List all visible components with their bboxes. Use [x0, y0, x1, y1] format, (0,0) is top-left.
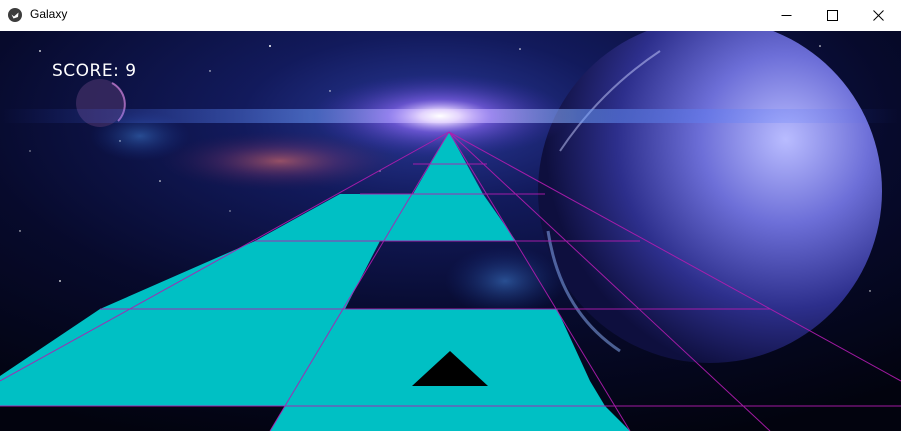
gap-glow — [445, 246, 565, 316]
close-icon — [872, 10, 884, 21]
tile — [0, 381, 285, 406]
close-button[interactable] — [855, 0, 901, 31]
title-bar[interactable]: Galaxy — [0, 0, 901, 32]
window-title: Galaxy — [30, 7, 68, 21]
maximize-icon — [826, 10, 838, 21]
tile — [0, 309, 590, 381]
minimize-icon — [781, 15, 791, 16]
kivy-logo-icon — [8, 8, 22, 22]
sun-flare — [310, 74, 570, 158]
planet — [538, 31, 882, 363]
game-canvas[interactable]: SCORE: 9 — [0, 31, 901, 431]
game-window: Galaxy SCORE: 9 — [0, 0, 901, 431]
tile — [270, 406, 630, 431]
score-label: SCORE: 9 — [52, 61, 137, 81]
game-scene — [0, 31, 901, 431]
minimize-button[interactable] — [763, 0, 809, 31]
maximize-button[interactable] — [809, 0, 855, 31]
